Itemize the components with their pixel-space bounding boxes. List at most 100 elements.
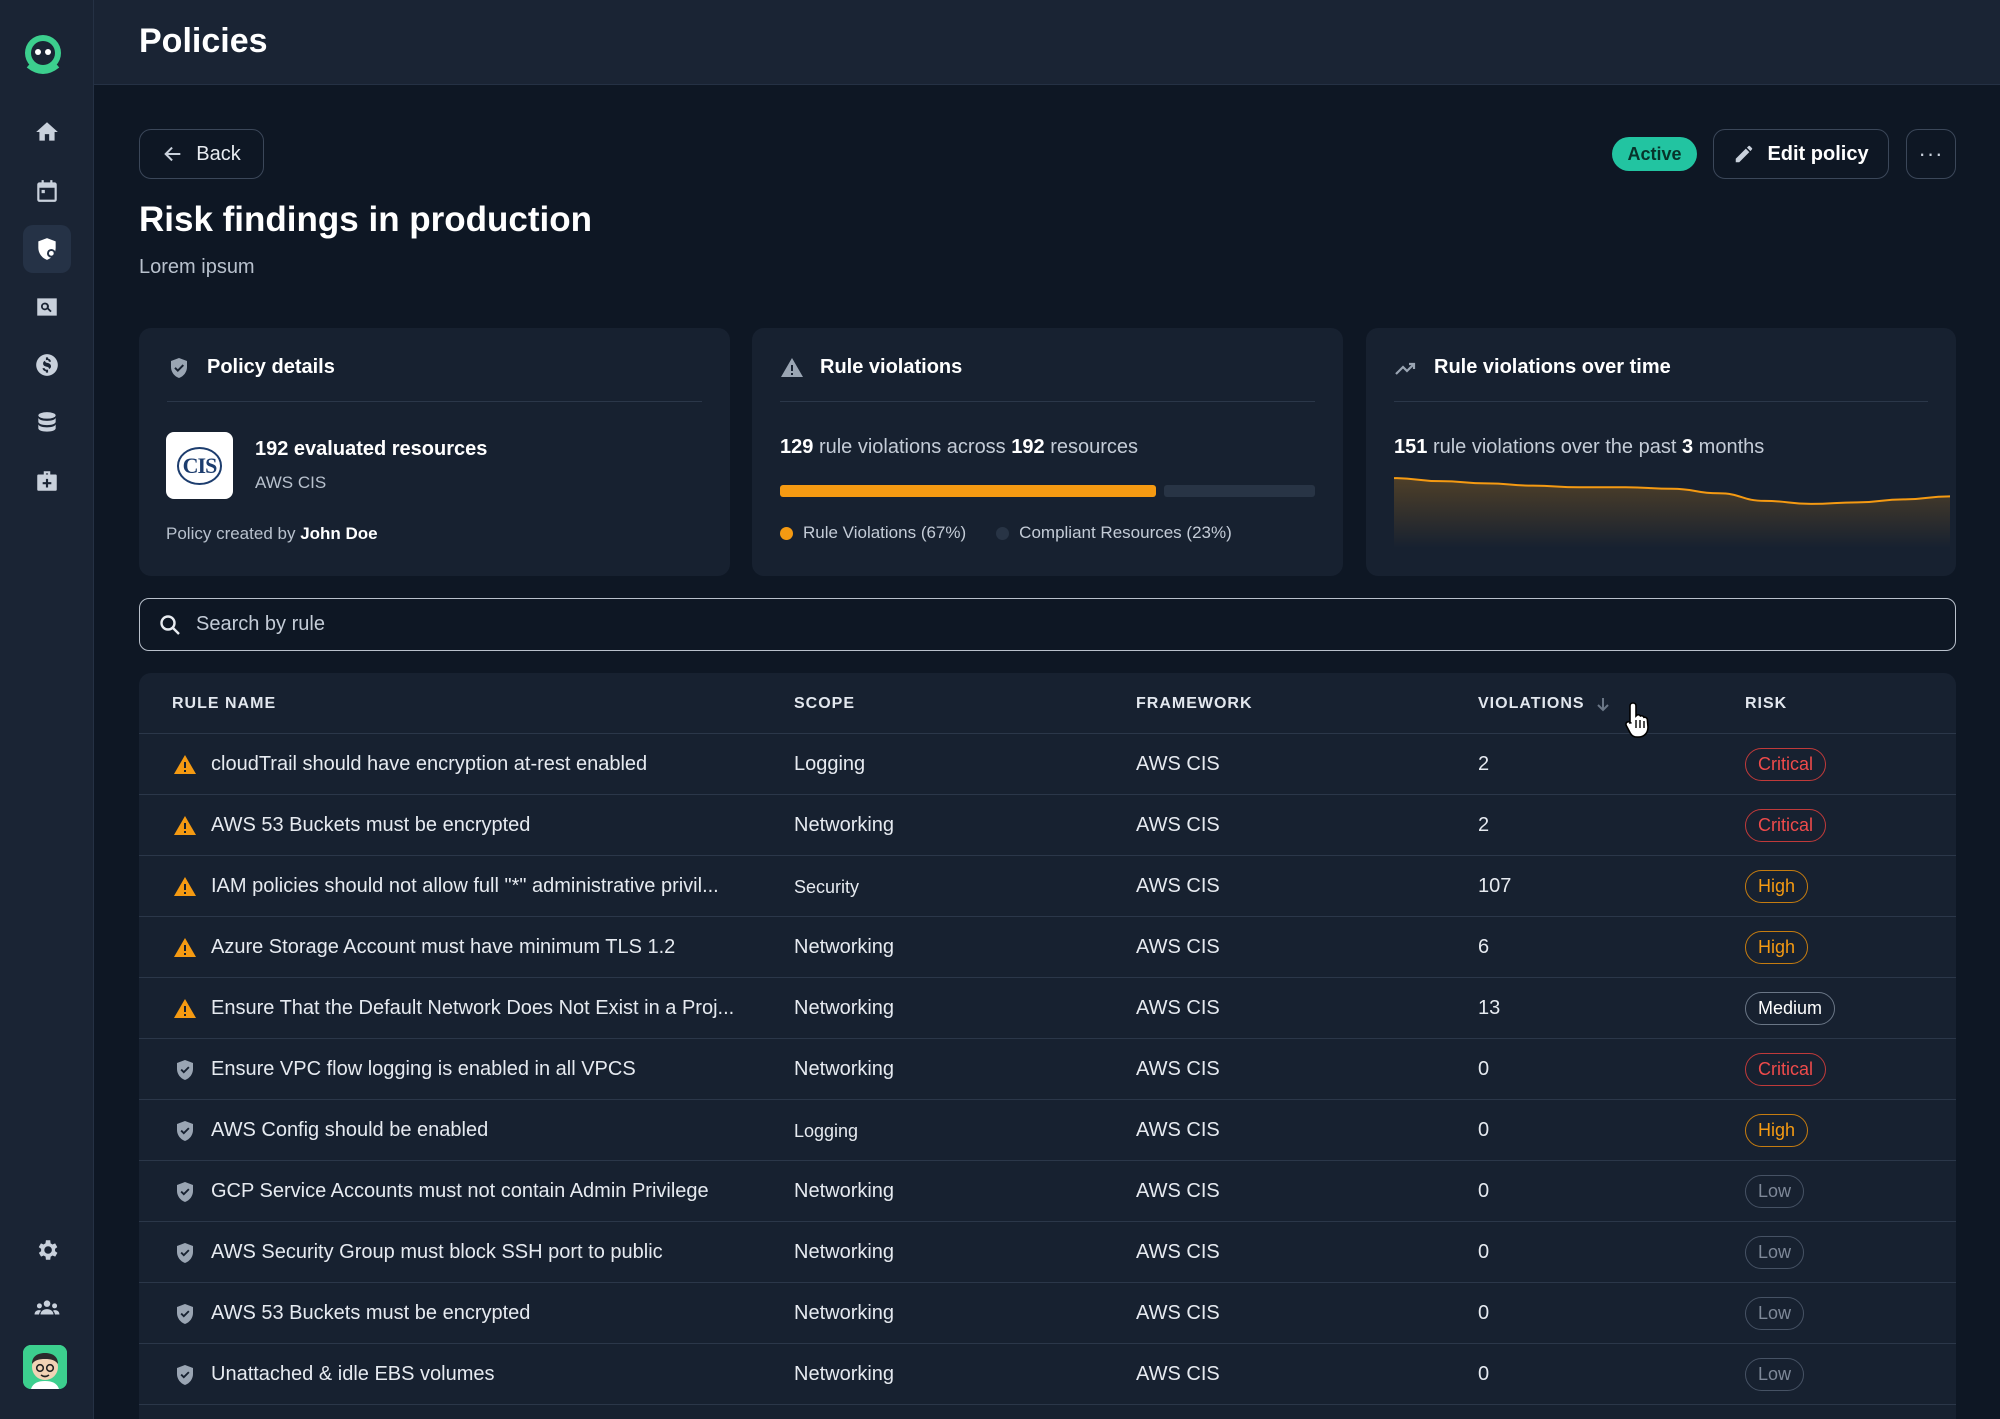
rule-name[interactable]: AWS Config should be enabled [211, 1119, 488, 1142]
rule-scope: Networking [794, 1180, 895, 1202]
trend-mid-text: rule violations over the past [1432, 436, 1677, 458]
risk-badge: High [1745, 1114, 1809, 1147]
nav-cases[interactable] [23, 457, 71, 505]
rule-name[interactable]: Ensure That the Default Network Does Not… [211, 997, 734, 1020]
col-scope[interactable]: SCOPE [794, 695, 855, 713]
user-avatar-icon [23, 1345, 67, 1389]
table-header: RULE NAME SCOPE FRAMEWORK VIOLATIONS RIS… [139, 673, 1956, 734]
rule-framework: AWS CIS [1136, 1119, 1220, 1141]
app-logo[interactable] [20, 32, 66, 78]
rule-framework: AWS CIS [1136, 936, 1220, 958]
rule-scope: Networking [794, 997, 895, 1019]
col-rule-name[interactable]: RULE NAME [172, 695, 276, 713]
legend-label: Compliant Resources (23%) [1019, 523, 1232, 542]
rule-framework: AWS CIS [1136, 1180, 1220, 1202]
violations-count: 129 [780, 436, 814, 458]
nav-billing[interactable] [23, 341, 71, 389]
risk-badge: Critical [1745, 1053, 1827, 1086]
database-icon [38, 412, 56, 432]
violations-summary: 129 rule violations across 192 resources [780, 436, 1138, 459]
legend-item-compliant: Compliant Resources (23%) [996, 523, 1232, 543]
rule-scope: Networking [794, 936, 895, 958]
legend-dot-violations [780, 526, 793, 540]
table-row[interactable]: Ensure VPC flow logging is enabled in al… [139, 1039, 1956, 1100]
violations-suffix: resources [1050, 436, 1138, 458]
trend-summary: 151 rule violations over the past 3 mont… [1394, 436, 1764, 459]
table-row[interactable]: cloudTrail should have encryption at-res… [139, 734, 1956, 795]
briefcase-icon [37, 471, 57, 491]
rule-name[interactable]: AWS 53 Buckets must be encrypted [211, 1302, 530, 1325]
rule-framework: AWS CIS [1136, 875, 1220, 897]
col-risk[interactable]: RISK [1745, 695, 1787, 713]
nav-home[interactable] [23, 108, 71, 156]
table-row[interactable]: AWS 53 Buckets must be encrypted Networki… [139, 795, 1956, 856]
table-row[interactable]: IAM policies should not allow full "*" a… [139, 856, 1956, 917]
shield-check-icon [177, 1182, 193, 1202]
edit-policy-button[interactable]: Edit policy [1713, 129, 1889, 179]
page-subtitle: Lorem ipsum [139, 256, 255, 278]
warning-icon [174, 877, 196, 896]
rule-name[interactable]: GCP Service Accounts must not contain Ad… [211, 1180, 709, 1203]
legend-dot-compliant [996, 526, 1010, 540]
calendar-icon [37, 180, 57, 202]
rule-violations: 0 [1478, 1058, 1490, 1080]
rule-scope: Security [794, 877, 860, 897]
rule-name[interactable]: AWS 53 Buckets must be encrypted [211, 814, 530, 837]
col-framework[interactable]: FRAMEWORK [1136, 695, 1253, 713]
rule-name[interactable]: Azure Storage Account must have minimum … [211, 936, 675, 959]
status-badge: Active [1612, 137, 1697, 171]
rule-scope: Networking [794, 1302, 895, 1324]
rule-scope: Logging [794, 753, 866, 775]
table-row[interactable]: AWS 53 Buckets must be encrypted Networki… [139, 1283, 1956, 1344]
risk-badge: Critical [1745, 748, 1827, 781]
nav-policies[interactable] [23, 225, 71, 273]
created-by: Policy created by John Doe [166, 524, 378, 544]
trend-months: 3 [1681, 436, 1694, 458]
rule-name[interactable]: cloudTrail should have encryption at-res… [211, 753, 647, 776]
card-title: Rule violations [820, 356, 963, 378]
col-violations[interactable]: VIOLATIONS [1478, 695, 1611, 713]
warning-icon [174, 816, 196, 835]
more-options-button[interactable]: ··· [1906, 129, 1956, 179]
shield-check-icon [177, 1060, 193, 1080]
card-title: Policy details [207, 356, 335, 378]
nav-team[interactable] [23, 1284, 71, 1332]
rule-violations: 0 [1478, 1180, 1490, 1202]
shield-icon [38, 238, 56, 260]
table-row[interactable]: Ensure That the Default Network Does Not… [139, 978, 1956, 1039]
warning-icon [174, 999, 196, 1018]
back-label: Back [196, 142, 241, 165]
search-placeholder: Search by rule [196, 613, 325, 635]
violations-sparkline [1394, 477, 1950, 548]
sort-down-icon[interactable] [1595, 696, 1611, 712]
trend-count: 151 [1394, 436, 1428, 458]
nav-data[interactable] [23, 399, 71, 447]
rule-violations: 107 [1478, 875, 1512, 897]
table-row[interactable]: Azure Storage Account must have minimum … [139, 917, 1956, 978]
rule-framework: AWS CIS [1136, 753, 1220, 775]
risk-badge: Medium [1745, 992, 1836, 1025]
table-row[interactable]: GCP Service Accounts must not contain Ad… [139, 1161, 1956, 1222]
violations-resources: 192 [1011, 436, 1045, 458]
table-row[interactable]: AWS Security Group must block SSH port t… [139, 1222, 1956, 1283]
cis-logo: CIS [166, 432, 233, 499]
shield-check-icon [177, 1243, 193, 1263]
nav-calendar[interactable] [23, 167, 71, 215]
nav-search[interactable] [23, 283, 71, 331]
rule-framework: AWS CIS [1136, 814, 1220, 836]
rule-name[interactable]: AWS Security Group must block SSH port t… [211, 1241, 663, 1264]
rule-name[interactable]: Unattached & idle EBS volumes [211, 1363, 495, 1386]
rule-framework: AWS CIS [1136, 1241, 1220, 1263]
arrow-left-icon [164, 146, 181, 162]
table-row[interactable]: AWS Config should be enabled Logging AWS C… [139, 1100, 1956, 1161]
table-row[interactable]: Unattached & idle EBS volumes Networking A… [139, 1344, 1956, 1405]
rule-violations: 2 [1478, 753, 1490, 775]
search-rule-input[interactable]: Search by rule [139, 598, 1956, 651]
header-title: Policies [139, 22, 268, 60]
back-button[interactable]: Back [139, 129, 264, 179]
card-title: Rule violations over time [1434, 356, 1671, 378]
rule-name[interactable]: Ensure VPC flow logging is enabled in al… [211, 1058, 636, 1081]
avatar[interactable] [23, 1345, 67, 1389]
rule-name[interactable]: IAM policies should not allow full "*" a… [211, 875, 719, 898]
nav-settings[interactable] [23, 1226, 71, 1274]
